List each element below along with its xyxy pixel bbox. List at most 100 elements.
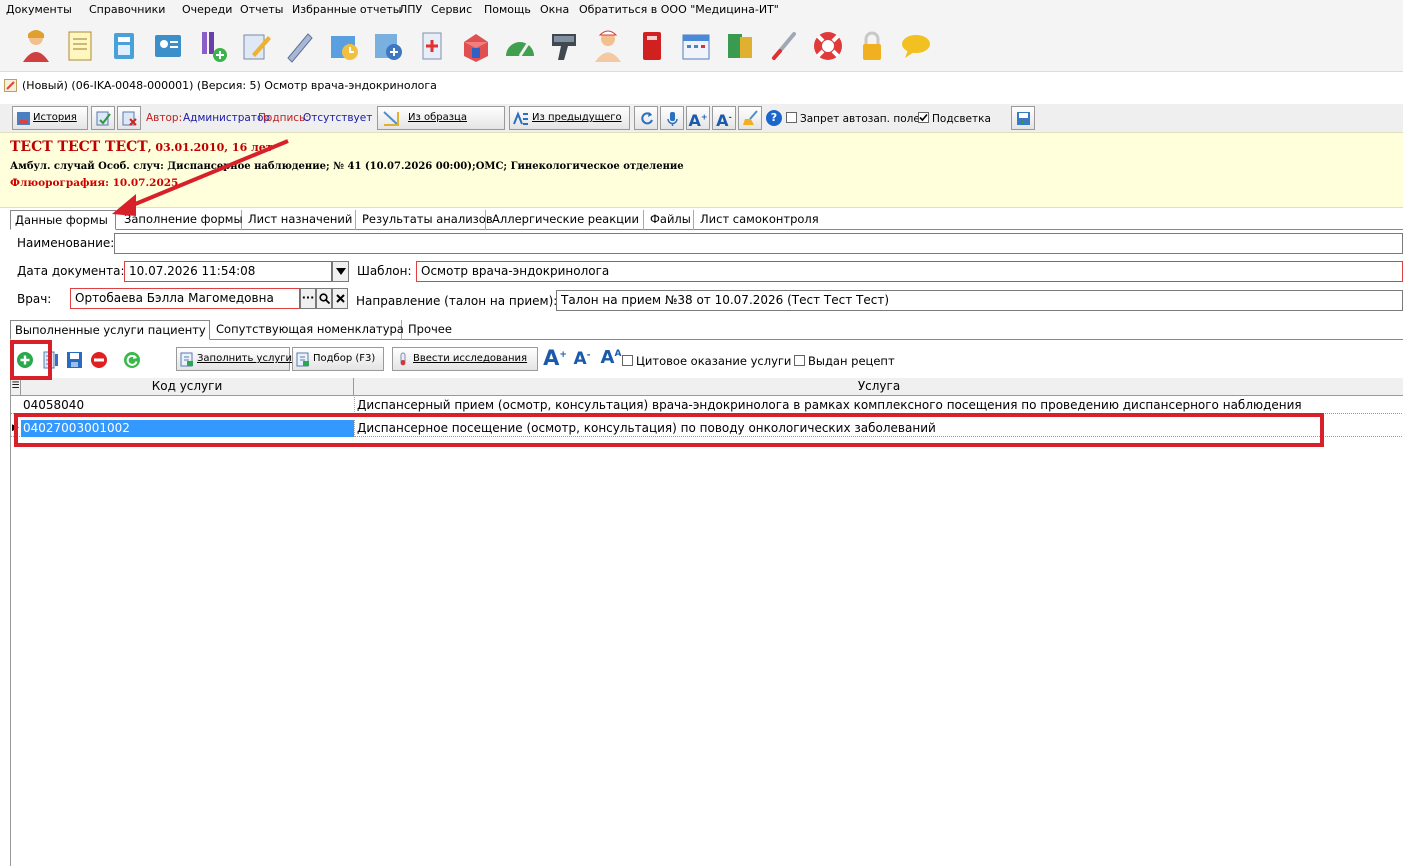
doctor-input[interactable]: Ортобаева Бэлла Магомедовна — [70, 288, 300, 309]
menu-documents[interactable]: Документы — [6, 3, 72, 16]
refresh-icon[interactable] — [123, 351, 141, 369]
row-code[interactable]: 04027003001002 — [21, 420, 354, 437]
doctor-search-button[interactable] — [316, 288, 332, 309]
tab-self-control[interactable]: Лист самоконтроля — [696, 210, 819, 230]
tab-files[interactable]: Файлы — [646, 210, 694, 230]
menu-favorite-reports[interactable]: Избранные отчеты — [292, 3, 401, 16]
column-service[interactable]: Услуга — [354, 378, 1403, 396]
menu-contact[interactable]: Обратиться в ООО "Медицина-ИТ" — [579, 3, 779, 16]
from-sample-button[interactable]: Из образца — [377, 106, 505, 130]
menu-reports[interactable]: Отчеты — [240, 3, 283, 16]
catalog-icon[interactable] — [722, 28, 758, 64]
search-icon — [319, 293, 330, 304]
font-reset-icon[interactable]: AA — [598, 347, 624, 373]
prescription-box[interactable] — [794, 355, 805, 366]
tab-related-nomenclature[interactable]: Сопутствующая номенклатура — [212, 320, 404, 340]
menu-help[interactable]: Помощь — [484, 3, 531, 16]
selection-button[interactable]: Подбор (F3) — [292, 347, 384, 371]
history-icon — [17, 112, 30, 125]
nurse-icon[interactable] — [590, 28, 626, 64]
calendar-icon[interactable] — [678, 28, 714, 64]
row-service[interactable]: Диспансерный прием (осмотр, консультация… — [354, 397, 1403, 414]
barcode-scanner-icon[interactable] — [546, 28, 582, 64]
lab-add-icon[interactable] — [194, 28, 230, 64]
red-book-icon[interactable] — [634, 28, 670, 64]
lock-icon[interactable] — [854, 28, 890, 64]
edit-list-icon[interactable] — [43, 351, 59, 369]
author-label: Автор: — [146, 112, 183, 124]
delete-icon[interactable] — [90, 351, 108, 369]
gauge-icon[interactable] — [502, 28, 538, 64]
font-increase-button[interactable]: A+ — [686, 106, 710, 130]
medical-record-icon[interactable] — [414, 28, 450, 64]
schedule-icon[interactable] — [326, 28, 362, 64]
card-index-icon[interactable] — [106, 28, 142, 64]
chevron-down-icon — [336, 268, 346, 275]
clear-button[interactable] — [738, 106, 762, 130]
history-button[interactable]: История — [12, 106, 88, 130]
font-increase-icon[interactable]: A+ — [542, 346, 568, 372]
column-service-code[interactable]: Код услуги — [21, 378, 354, 396]
autofill-ban-box[interactable] — [786, 112, 797, 123]
highlight-box[interactable] — [918, 112, 929, 123]
refresh-button[interactable] — [634, 106, 658, 130]
template-input[interactable]: Осмотр врача-эндокринолога — [416, 261, 1403, 282]
highlight-label: Подсветка — [932, 113, 991, 125]
row-service[interactable]: Диспансерное посещение (осмотр, консульт… — [354, 420, 1403, 437]
cito-checkbox[interactable]: Цитовое оказание услуги — [622, 354, 791, 368]
doctor-clear-button[interactable] — [332, 288, 348, 309]
font-decrease-button[interactable]: A- — [712, 106, 736, 130]
highlight-checkbox[interactable]: Подсветка — [918, 112, 991, 125]
pen-icon[interactable] — [282, 28, 318, 64]
cito-box[interactable] — [622, 355, 633, 366]
medicine-box-icon[interactable] — [458, 28, 494, 64]
save-button[interactable] — [1011, 106, 1035, 130]
save-row-icon[interactable] — [66, 351, 83, 369]
document-date-input[interactable]: 10.07.2026 11:54:08 — [124, 261, 332, 282]
column-chooser-icon[interactable]: ☰ — [11, 378, 21, 396]
tab-performed-services[interactable]: Выполненные услуги пациенту — [10, 320, 210, 340]
tab-other[interactable]: Прочее — [404, 320, 464, 340]
from-previous-button[interactable]: Из предыдущего — [509, 106, 630, 130]
selection-icon — [296, 352, 309, 367]
tab-lab-results[interactable]: Результаты анализов — [358, 210, 493, 230]
prescription-checkbox[interactable]: Выдан рецепт — [794, 354, 895, 368]
autofill-ban-checkbox[interactable]: Запрет автозап. полей — [786, 112, 927, 125]
tab-form-filling[interactable]: Заполнение формы — [120, 210, 243, 230]
voice-input-button[interactable] — [660, 106, 684, 130]
menu-windows[interactable]: Окна — [540, 3, 569, 16]
tab-prescriptions[interactable]: Лист назначений — [244, 210, 356, 230]
patient-card-icon[interactable] — [150, 28, 186, 64]
staff-icon[interactable] — [370, 28, 406, 64]
referral-input[interactable]: Талон на прием №38 от 10.07.2026 (Тест Т… — [556, 290, 1403, 311]
fill-services-button[interactable]: Заполнить услуги — [176, 347, 292, 371]
doctor-browse-button[interactable]: ··· — [300, 288, 316, 309]
tab-form-data[interactable]: Данные формы — [10, 210, 116, 230]
menu-service[interactable]: Сервис — [431, 3, 472, 16]
menu-queues[interactable]: Очереди — [182, 3, 232, 16]
doctor-icon[interactable] — [18, 28, 54, 64]
edit-note-icon[interactable] — [238, 28, 274, 64]
row-code[interactable]: 04058040 — [21, 397, 354, 414]
thermometer-icon[interactable] — [766, 28, 802, 64]
date-dropdown-button[interactable] — [332, 261, 349, 282]
font-decrease-icon[interactable]: A- — [570, 349, 594, 373]
broom-icon — [743, 110, 758, 125]
table-row[interactable]: 04058040 Диспансерный прием (осмотр, кон… — [11, 397, 1403, 414]
name-input[interactable] — [114, 233, 1403, 254]
menu-lpu[interactable]: ЛПУ — [399, 3, 422, 16]
chat-icon[interactable] — [898, 28, 934, 64]
document-title-bar: (Новый) (06-IKA-0048-000001) (Версия: 5)… — [0, 76, 1403, 96]
enter-studies-button[interactable]: Ввести исследования — [392, 347, 538, 371]
unsign-document-icon — [122, 111, 137, 126]
document-edit-icon — [4, 79, 17, 92]
unsign-button[interactable] — [117, 106, 141, 130]
table-row[interactable]: ▶ 04027003001002 Диспансерное посещение … — [11, 420, 1403, 437]
help-icon[interactable]: ? — [766, 110, 782, 126]
lifebuoy-icon[interactable] — [810, 28, 846, 64]
menu-directories[interactable]: Справочники — [89, 3, 165, 16]
sign-button[interactable] — [91, 106, 115, 130]
tab-allergic-reactions[interactable]: Аллергические реакции — [488, 210, 644, 230]
notebook-icon[interactable] — [62, 28, 98, 64]
add-icon[interactable] — [16, 351, 34, 369]
